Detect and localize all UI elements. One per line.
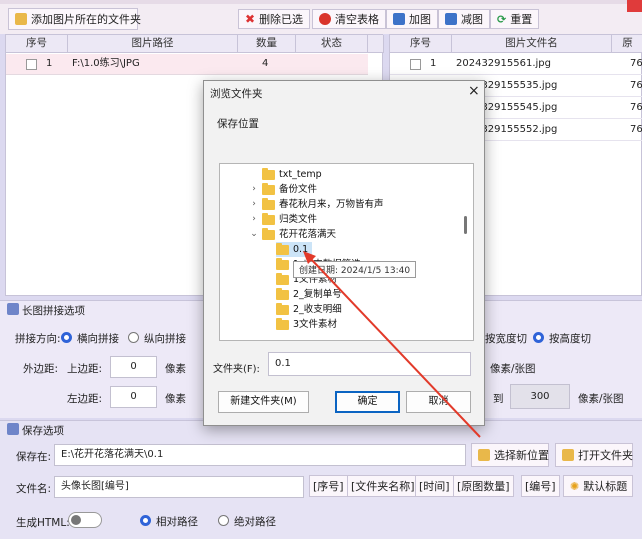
arrow-line	[309, 257, 481, 438]
annotation-arrow	[303, 251, 481, 438]
